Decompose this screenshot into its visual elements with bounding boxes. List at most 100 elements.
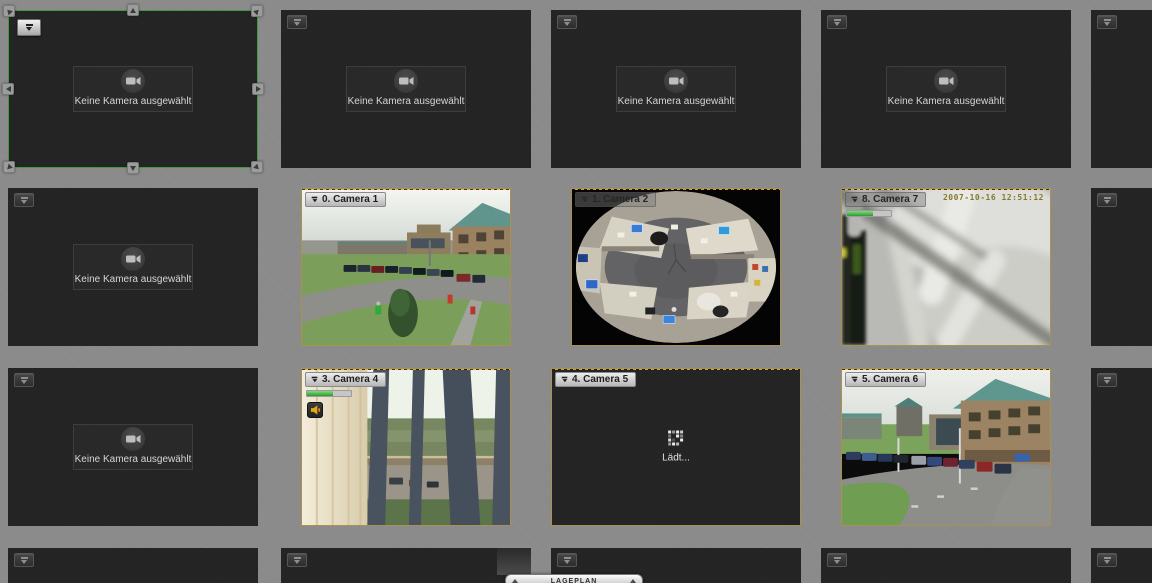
camera-select-button[interactable] (557, 553, 577, 567)
camera-label-button[interactable]: 1. Camera 2 (575, 192, 656, 207)
camera-tile-empty[interactable] (1091, 548, 1152, 583)
chevron-down-icon (852, 377, 858, 383)
camera-tile-cam1[interactable]: 0. Camera 1 (301, 188, 511, 346)
no-camera-message: Keine Kamera ausgewählt (348, 96, 465, 107)
chevron-down-icon (852, 197, 858, 203)
camera-select-button[interactable] (14, 373, 34, 387)
camera-tile-cam2[interactable]: . 1. Camera 2 (571, 188, 781, 346)
camera-tile-empty[interactable]: Keine Kamera ausgewählt (551, 10, 801, 168)
chevron-down-icon (834, 19, 841, 26)
camera-select-button[interactable] (827, 15, 847, 29)
chevron-down-icon (1104, 377, 1111, 384)
chevron-down-icon (294, 19, 301, 26)
camera-icon (664, 69, 688, 93)
resize-handle-s[interactable] (127, 162, 139, 174)
chevron-down-icon (1104, 557, 1111, 564)
camera-name: 5. Camera 6 (862, 374, 918, 385)
active-border-decoration (842, 369, 1050, 370)
active-border-decoration (842, 189, 1050, 190)
camera-feed-image (302, 189, 510, 345)
camera-tile-cam4[interactable]: 3. Camera 4 (301, 368, 511, 526)
camera-select-button[interactable] (14, 193, 34, 207)
camera-select-button[interactable] (17, 19, 41, 36)
camera-tile-cam7[interactable]: 8. Camera 7 2007-10-16 12:51:12 (841, 188, 1051, 346)
camera-tile-empty[interactable]: Keine Kamera ausgewählt (281, 10, 531, 168)
camera-icon (934, 69, 958, 93)
camera-name: 1. Camera 2 (592, 194, 648, 205)
camera-select-button[interactable] (287, 15, 307, 29)
active-border-decoration (572, 189, 780, 190)
camera-select-button[interactable] (557, 15, 577, 29)
camera-tile-cam5[interactable]: 4. Camera 5 Lädt... (551, 368, 801, 526)
camera-label-button[interactable]: 5. Camera 6 (845, 372, 926, 387)
camera-select-button[interactable] (287, 553, 307, 567)
camera-select-button[interactable] (1097, 193, 1117, 207)
buffer-progress-fill (847, 211, 873, 216)
camera-feed-image (842, 369, 1050, 525)
camera-label-button[interactable]: 3. Camera 4 (305, 372, 386, 387)
timestamp-overlay: 2007-10-16 12:51:12 (943, 193, 1044, 202)
panel-glow (497, 543, 531, 575)
resize-handle-se[interactable] (251, 161, 263, 173)
chevron-down-icon (834, 557, 841, 564)
camera-tile-cam6[interactable]: 5. Camera 6 (841, 368, 1051, 526)
camera-tile-empty[interactable] (1091, 10, 1152, 168)
no-camera-message: Keine Kamera ausgewählt (888, 96, 1005, 107)
no-camera-panel: Keine Kamera ausgewählt (346, 66, 466, 112)
no-camera-panel: Keine Kamera ausgewählt (73, 66, 193, 112)
camera-tile-empty[interactable] (281, 548, 531, 583)
no-camera-panel: Keine Kamera ausgewählt (886, 66, 1006, 112)
camera-label-button[interactable]: 4. Camera 5 (555, 372, 636, 387)
resize-handle-sw[interactable] (3, 161, 15, 173)
camera-grid: Keine Kamera ausgewählt Keine Kamera aus… (0, 0, 1152, 583)
buffer-progress (306, 390, 352, 397)
camera-select-button[interactable] (14, 553, 34, 567)
camera-select-button[interactable] (1097, 15, 1117, 29)
no-camera-panel: Keine Kamera ausgewählt (616, 66, 736, 112)
camera-name: 4. Camera 5 (572, 374, 628, 385)
camera-label-button[interactable]: 8. Camera 7 (845, 192, 926, 207)
camera-tile-empty[interactable] (1091, 188, 1152, 346)
camera-label-button[interactable]: 0. Camera 1 (305, 192, 386, 207)
camera-select-button[interactable] (827, 553, 847, 567)
camera-name: 0. Camera 1 (322, 194, 378, 205)
chevron-down-icon (564, 19, 571, 26)
camera-select-button[interactable] (1097, 373, 1117, 387)
bottom-panel-header[interactable]: LAGEPLAN (505, 574, 643, 583)
camera-tile-empty[interactable] (8, 548, 258, 583)
chevron-down-icon (312, 377, 318, 383)
no-camera-message: Keine Kamera ausgewählt (75, 454, 192, 465)
active-border-decoration (302, 369, 510, 370)
resize-handle-ne[interactable] (251, 5, 263, 17)
expand-left-arrow-icon[interactable] (510, 577, 520, 583)
chevron-down-icon (26, 24, 33, 31)
resize-handle-n[interactable] (127, 4, 139, 16)
active-border-decoration (552, 369, 800, 370)
active-border-decoration (302, 189, 510, 190)
chevron-down-icon (294, 557, 301, 564)
speaker-icon (310, 404, 321, 416)
camera-name: 3. Camera 4 (322, 374, 378, 385)
loading-pixels-icon (668, 431, 684, 447)
camera-name: 8. Camera 7 (862, 194, 918, 205)
chevron-down-icon (564, 557, 571, 564)
no-camera-panel: Keine Kamera ausgewählt (73, 424, 193, 470)
audio-button[interactable] (307, 402, 323, 418)
resize-handle-nw[interactable] (3, 5, 15, 17)
camera-tile-empty[interactable] (821, 548, 1071, 583)
camera-tile-empty[interactable]: Keine Kamera ausgewählt (8, 368, 258, 526)
camera-tile-empty-selected[interactable]: Keine Kamera ausgewählt (8, 10, 258, 168)
camera-tile-empty[interactable]: Keine Kamera ausgewählt (8, 188, 258, 346)
resize-handle-w[interactable] (2, 83, 14, 95)
camera-tile-empty[interactable] (1091, 368, 1152, 526)
no-camera-panel: Keine Kamera ausgewählt (73, 244, 193, 290)
no-camera-message: Keine Kamera ausgewählt (75, 274, 192, 285)
expand-right-arrow-icon[interactable] (628, 577, 638, 583)
camera-icon (121, 69, 145, 93)
chevron-down-icon (21, 377, 28, 384)
camera-select-button[interactable] (1097, 553, 1117, 567)
resize-handle-e[interactable] (252, 83, 264, 95)
chevron-down-icon (1104, 197, 1111, 204)
camera-tile-empty[interactable]: Keine Kamera ausgewählt (821, 10, 1071, 168)
chevron-down-icon (21, 557, 28, 564)
